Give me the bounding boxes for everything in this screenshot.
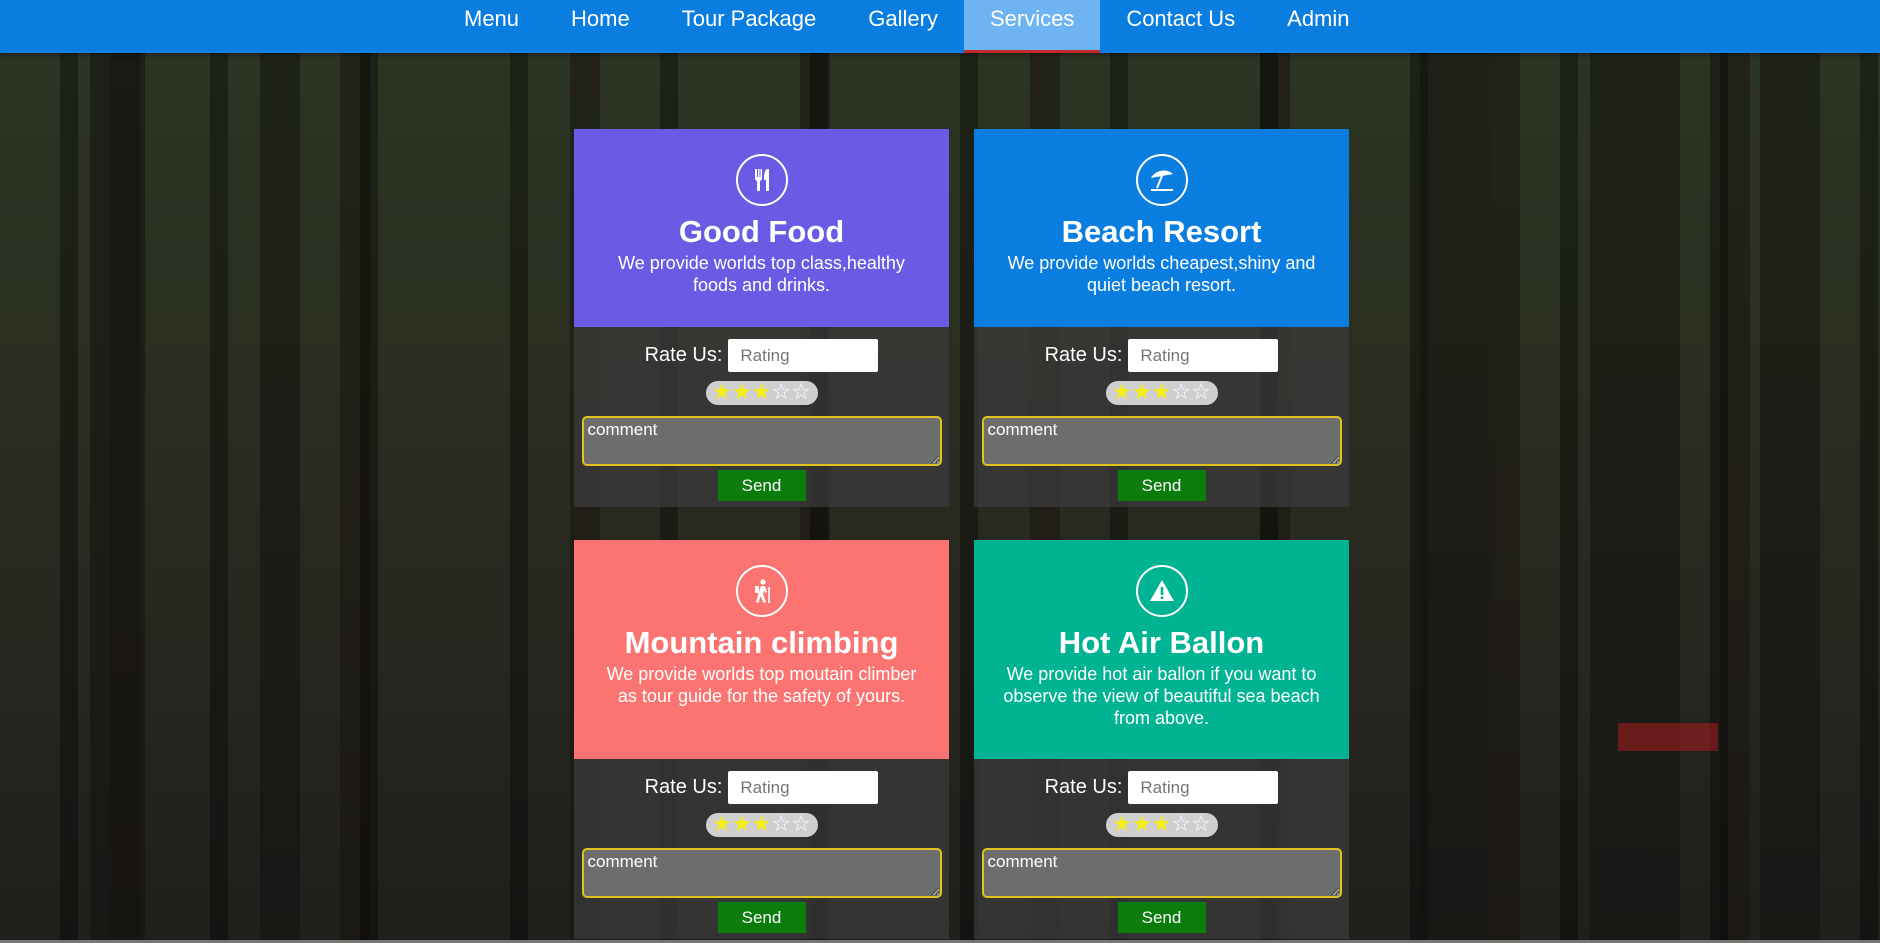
star-icon[interactable]: ★ <box>1152 814 1172 836</box>
card-header: Beach Resort We provide worlds cheapest,… <box>974 129 1349 327</box>
star-icon[interactable]: ☆ <box>1191 814 1211 836</box>
star-icon[interactable]: ★ <box>712 814 732 836</box>
star-rating[interactable]: ★ ★ ★ ☆ ☆ <box>705 381 818 405</box>
rate-row: Rate Us: <box>645 339 879 372</box>
card-description: We provide worlds top moutain climber as… <box>606 664 917 706</box>
rate-label: Rate Us: <box>644 776 723 798</box>
card-rating-section: Rate Us: ★ ★ ★ ☆ ☆ Send <box>574 759 949 939</box>
nav-item-contact-us[interactable]: Contact Us <box>1100 0 1261 53</box>
background-tree <box>1590 0 1680 943</box>
card-header: Good Food We provide worlds top class,he… <box>574 129 949 327</box>
comment-field[interactable] <box>581 848 942 898</box>
star-icon[interactable]: ☆ <box>791 814 811 836</box>
fork-knife-icon <box>735 154 788 206</box>
star-icon[interactable]: ★ <box>1132 814 1152 836</box>
service-card-beach-resort: Beach Resort We provide worlds cheapest,… <box>974 129 1349 507</box>
star-icon[interactable]: ☆ <box>1171 382 1191 404</box>
rate-row: Rate Us: <box>1045 339 1279 372</box>
rating-input[interactable] <box>1128 339 1279 372</box>
star-icon[interactable]: ★ <box>1152 382 1172 404</box>
rate-label: Rate Us: <box>1044 344 1123 366</box>
comment-field[interactable] <box>581 416 942 466</box>
star-icon[interactable]: ☆ <box>1191 382 1211 404</box>
warning-icon <box>1135 565 1188 617</box>
star-rating[interactable]: ★ ★ ★ ☆ ☆ <box>1105 381 1218 405</box>
star-rating[interactable]: ★ ★ ★ ☆ ☆ <box>1105 813 1218 837</box>
nav-item-gallery[interactable]: Gallery <box>842 0 964 53</box>
rate-label: Rate Us: <box>644 344 723 366</box>
star-icon[interactable]: ☆ <box>1171 814 1191 836</box>
nav-item-services[interactable]: Services <box>963 0 1101 53</box>
rate-row: Rate Us: <box>1045 771 1279 804</box>
nav-item-menu[interactable]: Menu <box>438 0 545 53</box>
star-icon[interactable]: ★ <box>1112 382 1132 404</box>
rating-input[interactable] <box>728 771 879 804</box>
star-icon[interactable]: ☆ <box>791 382 811 404</box>
star-icon[interactable]: ☆ <box>771 382 791 404</box>
star-icon[interactable]: ☆ <box>771 814 791 836</box>
card-description: We provide worlds top class,healthy food… <box>618 253 905 295</box>
nav-item-admin[interactable]: Admin <box>1261 0 1375 53</box>
card-header: Hot Air Ballon We provide hot air ballon… <box>974 540 1349 759</box>
rating-input[interactable] <box>1128 771 1279 804</box>
card-description: We provide worlds cheapest,shiny and qui… <box>1007 253 1316 295</box>
card-rating-section: Rate Us: ★ ★ ★ ☆ ☆ Send <box>974 759 1349 939</box>
service-card-mountain-climbing: Mountain climbing We provide worlds top … <box>574 540 949 939</box>
background-tree <box>260 0 300 943</box>
nav-list: Menu Home Tour Package Gallery Services … <box>438 0 1376 53</box>
service-card-good-food: Good Food We provide worlds top class,he… <box>574 129 949 507</box>
card-header: Mountain climbing We provide worlds top … <box>574 540 949 759</box>
hiker-icon <box>735 565 788 617</box>
service-card-hot-air-ballon: Hot Air Ballon We provide hot air ballon… <box>974 540 1349 939</box>
rate-label: Rate Us: <box>1044 776 1123 798</box>
top-navbar: Menu Home Tour Package Gallery Services … <box>0 0 1880 53</box>
rating-input[interactable] <box>728 339 879 372</box>
comment-field[interactable] <box>981 848 1342 898</box>
rate-row: Rate Us: <box>645 771 879 804</box>
star-icon[interactable]: ★ <box>732 382 752 404</box>
comment-field[interactable] <box>981 416 1342 466</box>
send-button[interactable]: Send <box>717 470 806 501</box>
background-tree-mark <box>1618 723 1718 751</box>
card-description: We provide hot air ballon if you want to… <box>1003 664 1320 728</box>
send-button[interactable]: Send <box>1117 470 1206 501</box>
star-icon[interactable]: ★ <box>752 382 772 404</box>
star-icon[interactable]: ★ <box>732 814 752 836</box>
nav-item-tour-package[interactable]: Tour Package <box>656 0 843 53</box>
background-tree <box>90 0 145 943</box>
card-title: Good Food <box>678 214 845 249</box>
background-tree <box>1420 0 1490 943</box>
send-button[interactable]: Send <box>1117 902 1206 933</box>
star-icon[interactable]: ★ <box>1132 382 1152 404</box>
send-button[interactable]: Send <box>717 902 806 933</box>
background-tree <box>1760 0 1820 943</box>
card-title: Hot Air Ballon <box>1058 625 1265 660</box>
star-rating[interactable]: ★ ★ ★ ☆ ☆ <box>705 813 818 837</box>
beach-umbrella-icon <box>1135 154 1188 206</box>
card-title: Mountain climbing <box>624 625 899 660</box>
card-rating-section: Rate Us: ★ ★ ★ ☆ ☆ Send <box>974 327 1349 507</box>
star-icon[interactable]: ★ <box>1112 814 1132 836</box>
card-title: Beach Resort <box>1061 214 1262 249</box>
nav-item-home[interactable]: Home <box>545 0 656 53</box>
star-icon[interactable]: ★ <box>752 814 772 836</box>
star-icon[interactable]: ★ <box>712 382 732 404</box>
card-rating-section: Rate Us: ★ ★ ★ ☆ ☆ Send <box>574 327 949 507</box>
